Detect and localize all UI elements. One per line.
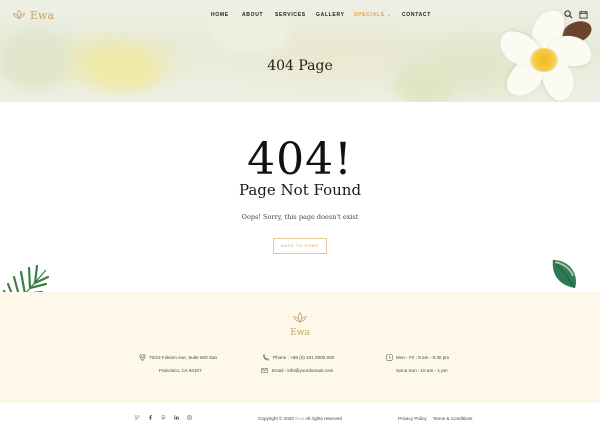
nav-item-about[interactable]: ABOUT bbox=[242, 12, 263, 18]
footer-hours-weekend: Sat & Sun : 10 am - 1 pm bbox=[396, 368, 448, 373]
footer bbox=[0, 292, 600, 403]
top-navigation: Ewa HOME ABOUT SERVICES GALLERY SPECIALS… bbox=[0, 0, 600, 32]
location-pin-icon bbox=[139, 354, 146, 361]
footer-address-line1: 75/23 Folsom Ave, Suite 600 San bbox=[149, 355, 218, 360]
nav-icons bbox=[564, 10, 588, 19]
copyright-text: Copyright © 2020 Ewa All rights reserved bbox=[0, 416, 600, 421]
leaf-icon bbox=[552, 259, 577, 289]
error-code: 404! bbox=[247, 134, 353, 185]
back-to-home-button[interactable]: BACK TO HOME bbox=[273, 238, 327, 254]
nav-item-specials-label: SPECIALS bbox=[354, 12, 385, 18]
calendar-icon[interactable] bbox=[579, 10, 588, 19]
footer-logo-text: Ewa bbox=[290, 328, 310, 338]
hero-banner: Ewa HOME ABOUT SERVICES GALLERY SPECIALS… bbox=[0, 0, 600, 102]
clock-icon bbox=[386, 354, 393, 361]
page-title: 404 Page bbox=[267, 58, 333, 74]
nav-item-services[interactable]: SERVICES bbox=[275, 12, 306, 18]
search-icon[interactable] bbox=[564, 10, 573, 19]
nav-item-contact[interactable]: CONTACT bbox=[402, 12, 431, 18]
copyright-brand-link[interactable]: Ewa bbox=[295, 416, 304, 421]
chevron-down-icon: ⌄ bbox=[386, 12, 392, 18]
error-heading: Page Not Found bbox=[238, 181, 362, 199]
copyright-suffix: All rights reserved bbox=[305, 416, 342, 421]
footer-phone[interactable]: Phone : +88 (0) 101 0000 000 bbox=[273, 355, 334, 361]
nav-item-gallery[interactable]: GALLERY bbox=[316, 12, 345, 18]
nav-item-home[interactable]: HOME bbox=[211, 12, 229, 18]
footer-logo[interactable]: Ewa bbox=[0, 312, 600, 338]
site-logo[interactable]: Ewa bbox=[12, 8, 54, 22]
lotus-logo-icon bbox=[12, 9, 26, 20]
legal-links: Privacy Policy Terms & Conditions bbox=[398, 416, 472, 421]
terms-conditions-link[interactable]: Terms & Conditions bbox=[433, 416, 473, 421]
copyright-prefix: Copyright © 2020 bbox=[258, 416, 294, 421]
nav-item-specials[interactable]: SPECIALS ⌄ bbox=[354, 12, 392, 18]
lotus-logo-icon bbox=[293, 312, 307, 323]
email-icon bbox=[261, 368, 268, 373]
error-message: Oops! Sorry, this page doesn't exist bbox=[241, 213, 359, 221]
logo-text: Ewa bbox=[30, 8, 55, 22]
footer-email[interactable]: Email : info@yourdomain.com bbox=[272, 368, 333, 374]
phone-icon bbox=[263, 354, 269, 361]
footer-address-line2: Francisco, CA 94107 bbox=[159, 368, 202, 373]
footer-hours-weekday: Mon - Fri : 8 am - 9.30 pm bbox=[396, 355, 450, 360]
privacy-policy-link[interactable]: Privacy Policy bbox=[398, 416, 427, 421]
